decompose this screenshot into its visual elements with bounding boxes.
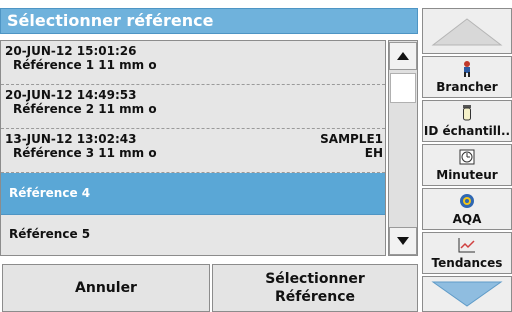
list-item[interactable]: Référence 5 bbox=[1, 215, 385, 255]
select-label-line2: Référence bbox=[274, 289, 356, 305]
timer-label: Minuteur bbox=[436, 168, 498, 182]
title-bar: Sélectionner référence bbox=[0, 8, 418, 34]
trends-button[interactable]: Tendances bbox=[422, 232, 512, 274]
scroll-down-button[interactable] bbox=[389, 227, 417, 255]
connect-label: Brancher bbox=[436, 80, 498, 94]
page-down-button[interactable] bbox=[422, 276, 512, 312]
clock-icon bbox=[423, 149, 511, 165]
reference-date: 20-JUN-12 15:01:26 bbox=[5, 44, 137, 58]
scrollbar[interactable] bbox=[388, 40, 418, 256]
person-icon bbox=[423, 61, 511, 77]
triangle-down-icon bbox=[397, 237, 409, 245]
page-down-icon bbox=[431, 281, 503, 307]
sample-id-button[interactable]: ID échantill.. bbox=[422, 100, 512, 142]
reference-name: Référence 3 11 mm o bbox=[13, 146, 157, 160]
reference-label: Référence 4 bbox=[9, 186, 91, 200]
list-item[interactable]: 20-JUN-12 15:01:26 Référence 1 11 mm o bbox=[1, 41, 385, 85]
reference-list: 20-JUN-12 15:01:26 Référence 1 11 mm o 2… bbox=[0, 40, 386, 256]
connect-button[interactable]: Brancher bbox=[422, 56, 512, 98]
scrollbar-thumb[interactable] bbox=[390, 73, 416, 103]
qa-icon bbox=[423, 193, 511, 209]
trend-chart-icon bbox=[423, 237, 511, 253]
cancel-button[interactable]: Annuler bbox=[2, 264, 210, 312]
sidebar: Brancher ID échantill.. Minuteur AQA Ten… bbox=[422, 8, 512, 312]
select-label: Sélectionner Référence bbox=[265, 270, 365, 306]
timer-button[interactable]: Minuteur bbox=[422, 144, 512, 186]
reference-date: 20-JUN-12 14:49:53 bbox=[5, 88, 137, 102]
list-item[interactable]: 20-JUN-12 14:49:53 Référence 2 11 mm o bbox=[1, 85, 385, 129]
list-item-selected[interactable]: Référence 4 bbox=[1, 173, 385, 215]
reference-name: Référence 1 11 mm o bbox=[13, 58, 157, 72]
sample-id-label: ID échantill.. bbox=[423, 124, 511, 138]
select-reference-button[interactable]: Sélectionner Référence bbox=[212, 264, 418, 312]
list-item[interactable]: 13-JUN-12 13:02:43 Référence 3 11 mm o S… bbox=[1, 129, 385, 173]
cancel-label: Annuler bbox=[75, 280, 137, 296]
select-label-line1: Sélectionner bbox=[265, 271, 365, 287]
page-up-icon bbox=[431, 18, 503, 46]
vial-icon bbox=[423, 105, 511, 121]
reference-label: Référence 5 bbox=[9, 227, 91, 241]
page-up-button[interactable] bbox=[422, 8, 512, 54]
reference-date: 13-JUN-12 13:02:43 bbox=[5, 132, 137, 146]
reference-name: Référence 2 11 mm o bbox=[13, 102, 157, 116]
triangle-up-icon bbox=[397, 52, 409, 60]
trends-label: Tendances bbox=[431, 256, 503, 270]
reference-sample: SAMPLE1 bbox=[320, 132, 383, 146]
aqa-label: AQA bbox=[452, 212, 482, 226]
page-title: Sélectionner référence bbox=[7, 11, 214, 30]
scroll-up-button[interactable] bbox=[389, 42, 417, 70]
reference-extra: EH bbox=[364, 146, 383, 160]
aqa-button[interactable]: AQA bbox=[422, 188, 512, 230]
